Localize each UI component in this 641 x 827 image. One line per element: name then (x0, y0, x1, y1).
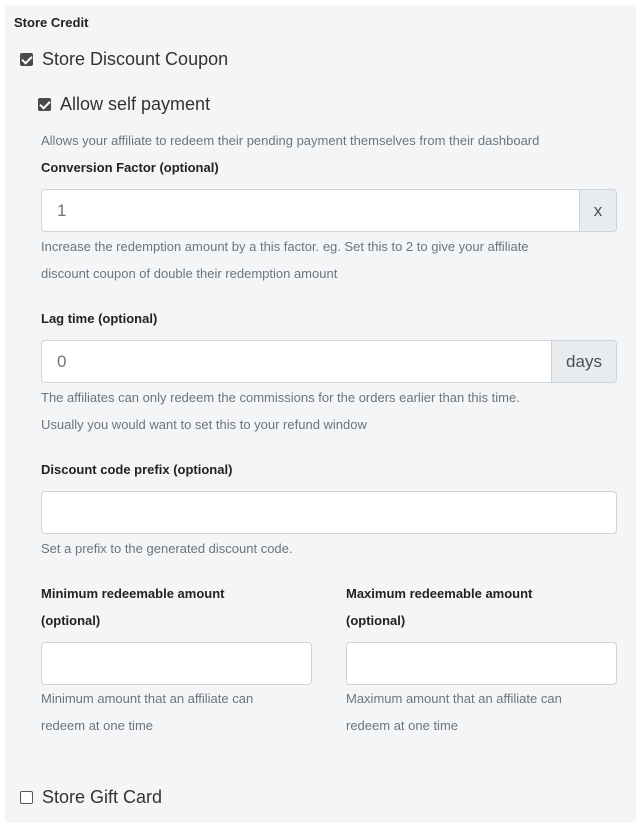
min-amount-help-1: Minimum amount that an affiliate can (41, 691, 254, 706)
min-amount-help-2: redeem at one time (41, 718, 154, 733)
conversion-factor-help-2: discount coupon of double their redempti… (41, 266, 338, 281)
section-title: Store Credit (14, 15, 89, 30)
lag-time-label: Lag time (optional) (41, 311, 158, 326)
min-amount-label-2: (optional) (41, 613, 101, 628)
discount-prefix-input[interactable] (41, 491, 617, 534)
self-payment-option[interactable]: Allow self payment (38, 94, 210, 115)
conversion-factor-label: Conversion Factor (optional) (41, 160, 219, 175)
discount-coupon-checkbox[interactable] (20, 53, 33, 66)
conversion-factor-help-1: Increase the redemption amount by a this… (41, 239, 529, 254)
gift-card-label[interactable]: Store Gift Card (42, 787, 162, 808)
discount-coupon-label[interactable]: Store Discount Coupon (42, 49, 228, 70)
discount-prefix-help: Set a prefix to the generated discount c… (41, 541, 293, 556)
self-payment-help: Allows your affiliate to redeem their pe… (41, 133, 540, 148)
self-payment-checkbox[interactable] (38, 98, 51, 111)
max-amount-help-1: Maximum amount that an affiliate can (346, 691, 562, 706)
max-amount-label-2: (optional) (346, 613, 406, 628)
conversion-factor-group: 1 x (41, 189, 617, 232)
conversion-factor-input[interactable]: 1 (41, 189, 580, 232)
lag-time-help-2: Usually you would want to set this to yo… (41, 417, 367, 432)
discount-prefix-label: Discount code prefix (optional) (41, 462, 233, 477)
lag-time-group: 0 days (41, 340, 617, 383)
max-amount-label-1: Maximum redeemable amount (346, 586, 533, 601)
max-amount-input[interactable] (346, 642, 617, 685)
min-amount-label-1: Minimum redeemable amount (41, 586, 225, 601)
gift-card-option[interactable]: Store Gift Card (20, 787, 162, 808)
lag-time-input[interactable]: 0 (41, 340, 552, 383)
max-amount-help-2: redeem at one time (346, 718, 459, 733)
conversion-factor-addon: x (580, 189, 617, 232)
lag-time-addon: days (552, 340, 617, 383)
gift-card-checkbox[interactable] (20, 791, 33, 804)
lag-time-help-1: The affiliates can only redeem the commi… (41, 390, 520, 405)
self-payment-label[interactable]: Allow self payment (60, 94, 210, 115)
min-amount-input[interactable] (41, 642, 312, 685)
discount-coupon-option[interactable]: Store Discount Coupon (20, 49, 228, 70)
